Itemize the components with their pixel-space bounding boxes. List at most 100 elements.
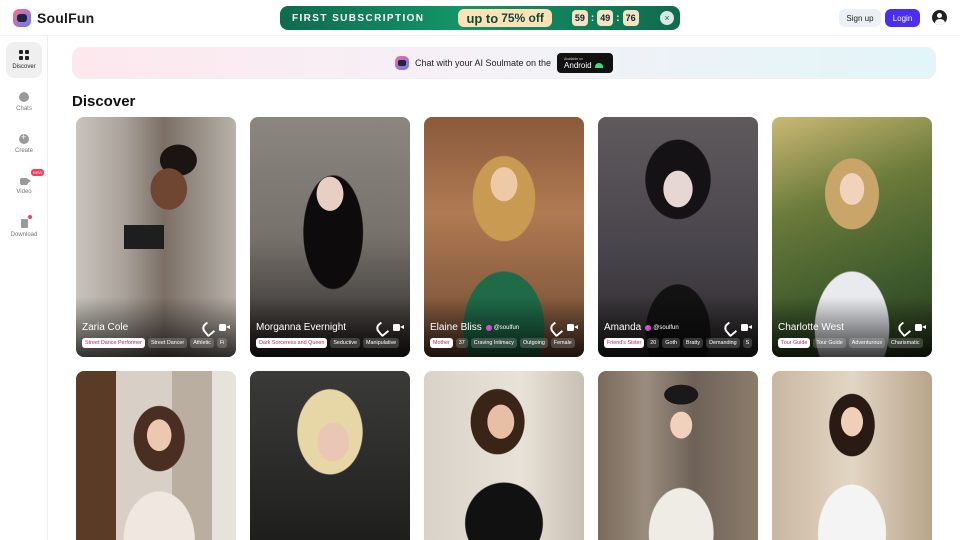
sidebar: Discover Chats Create NEW Video Download [0, 36, 48, 540]
sidebar-item-label: Download [10, 231, 38, 238]
character-card[interactable]: Amanda @soulfun Friend's Sister 20 Goth … [598, 117, 758, 357]
character-tags: Dark Sorceress and Queen Seductive Manip… [256, 338, 410, 348]
android-icon [594, 62, 603, 68]
top-bar: SoulFun FIRST SUBSCRIPTION up to 75% off… [0, 0, 960, 36]
phone-call-icon[interactable] [202, 323, 211, 332]
promo-offer-prefix: up to [466, 10, 499, 26]
character-card[interactable] [772, 371, 932, 540]
tag: Fi [216, 338, 228, 348]
soulfun-logo-icon [394, 56, 409, 70]
character-tags: Friend's Sister 20 Goth Bratty Demanding… [604, 338, 758, 348]
phone-download-icon [20, 218, 28, 228]
sidebar-item-discover[interactable]: Discover [6, 42, 42, 78]
video-call-icon[interactable] [915, 323, 926, 332]
verified-icon [645, 324, 652, 331]
character-card[interactable]: Morganna Evernight Dark Sorceress and Qu… [250, 117, 410, 357]
video-call-icon[interactable] [219, 323, 230, 332]
timer-box: 49 [597, 10, 614, 26]
character-photo [250, 371, 410, 540]
tag: Street Dancer [147, 338, 188, 348]
verified-icon [485, 324, 492, 331]
character-name: Elaine Bliss [430, 322, 482, 333]
sidebar-item-label: Video [16, 188, 32, 195]
android-download-badge[interactable]: Available on Android [557, 53, 614, 73]
sign-up-button[interactable]: Sign up [839, 9, 881, 27]
app-logo[interactable]: SoulFun [13, 9, 94, 27]
tag: Mother [430, 338, 453, 348]
user-account-icon[interactable] [932, 10, 947, 25]
tag: Craving Intimacy [470, 338, 517, 348]
character-photo [598, 371, 758, 540]
video-call-icon[interactable] [393, 323, 404, 332]
tag: Friend's Sister [604, 338, 645, 348]
sidebar-item-chats[interactable]: Chats [6, 84, 42, 120]
grid-icon [19, 50, 29, 60]
login-button[interactable]: Login [885, 9, 920, 27]
character-name: Amanda [604, 322, 642, 333]
character-photo [772, 371, 932, 540]
character-card[interactable]: Elaine Bliss @soulfun Mother 37 Craving … [424, 117, 584, 357]
promo-countdown-timer: 59 : 49 : 76 [571, 10, 639, 26]
video-icon [20, 177, 31, 185]
tag: Demanding [706, 338, 740, 348]
sidebar-item-label: Chats [16, 106, 32, 112]
character-card[interactable]: Charlotte West Tour Guide Tour Guide Adv… [772, 117, 932, 357]
tag: 20 [647, 338, 660, 348]
tag: Tour Guide [778, 338, 811, 348]
tag: Seductive [330, 338, 361, 348]
character-photo [424, 371, 584, 540]
tag: Bratty [682, 338, 704, 348]
video-call-icon[interactable] [741, 323, 752, 332]
phone-call-icon[interactable] [724, 323, 733, 332]
plus-circle-icon [19, 132, 29, 144]
promo-offer-value: 75% off [501, 11, 544, 25]
sidebar-item-label: Create [14, 148, 33, 154]
creator-handle: @soulfun [485, 324, 519, 331]
character-card[interactable] [424, 371, 584, 540]
character-name: Morganna Evernight [256, 322, 347, 333]
character-name: Zaria Cole [82, 322, 129, 333]
character-tags: Tour Guide Tour Guide Adventurous Charis… [778, 338, 932, 348]
android-app-banner[interactable]: Chat with your AI Soulmate on the Availa… [72, 47, 936, 79]
character-card[interactable] [250, 371, 410, 540]
phone-call-icon[interactable] [898, 323, 907, 332]
character-card[interactable] [598, 371, 758, 540]
sidebar-item-create[interactable]: Create [6, 126, 42, 162]
chat-icon [19, 92, 29, 102]
promo-offer: up to 75% off [458, 9, 552, 27]
timer-box: 59 [571, 10, 588, 26]
tag: Outgoing [519, 338, 548, 348]
sidebar-item-video[interactable]: NEW Video [6, 168, 45, 204]
creator-handle: @soulfun [645, 324, 679, 331]
character-card[interactable]: Zaria Cole Street Dance Performer Street… [76, 117, 236, 357]
video-call-icon[interactable] [567, 323, 578, 332]
tag: 37 [455, 338, 468, 348]
soulfun-logo-icon [13, 9, 31, 27]
tag: S [742, 338, 753, 348]
tag: Charismatic [888, 338, 923, 348]
tag: Tour Guide [813, 338, 846, 348]
phone-call-icon[interactable] [550, 323, 559, 332]
badge-title: Android [564, 60, 592, 70]
tag: Adventurous [848, 338, 886, 348]
timer-box: 76 [622, 10, 639, 26]
sidebar-item-label: Discover [12, 64, 36, 70]
tag: Dark Sorceress and Queen [256, 338, 328, 348]
character-tags: Street Dance Performer Street Dancer Ath… [82, 338, 236, 348]
new-badge: NEW [31, 169, 45, 176]
sidebar-item-download[interactable]: Download [6, 210, 42, 246]
tag: Manipulative [363, 338, 400, 348]
character-name: Charlotte West [778, 322, 844, 333]
promo-title: FIRST SUBSCRIPTION [292, 12, 425, 24]
section-title: Discover [72, 93, 136, 110]
phone-call-icon[interactable] [376, 323, 385, 332]
tag: Goth [662, 338, 680, 348]
character-card[interactable] [76, 371, 236, 540]
notification-dot [28, 215, 32, 219]
tag: Street Dance Performer [82, 338, 145, 348]
subscription-promo-banner[interactable]: FIRST SUBSCRIPTION up to 75% off 59 : 49… [280, 6, 680, 30]
character-tags: Mother 37 Craving Intimacy Outgoing Fema… [430, 338, 584, 348]
app-name: SoulFun [37, 10, 95, 26]
close-icon[interactable]: × [660, 11, 674, 25]
character-photo [76, 371, 236, 540]
